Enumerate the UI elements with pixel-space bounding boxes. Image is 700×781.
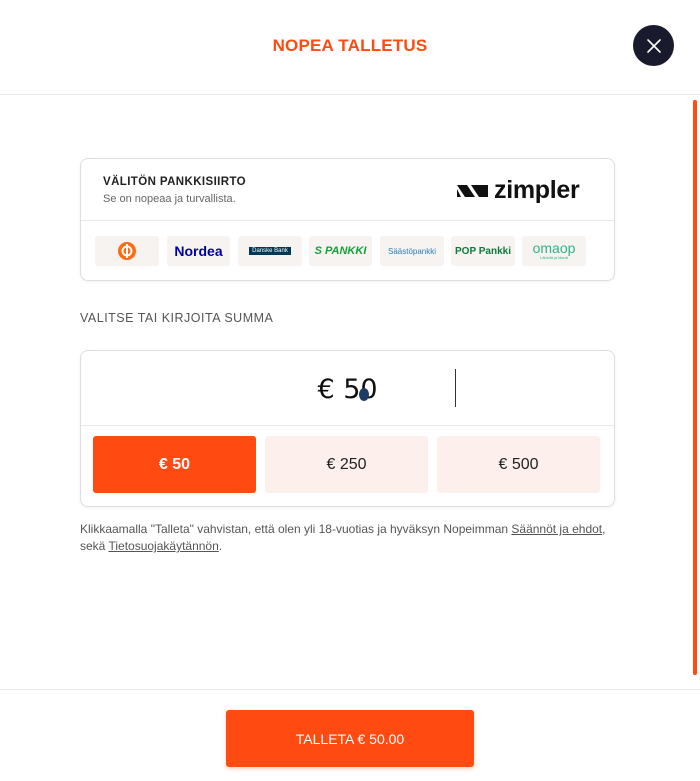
terms-text: Klikkaamalla "Talleta" vahvistan, että o… <box>80 521 620 555</box>
zimpler-logo: zimpler <box>457 176 580 204</box>
s-pankki-logo: S PANKKI <box>309 236 372 266</box>
omaop-sub-label: Lähellä ja läsnä <box>540 255 568 260</box>
terms-link[interactable]: Säännöt ja ehdot <box>511 522 602 536</box>
omaop-label: omaop <box>532 240 576 256</box>
page-title: NOPEA TALLETUS <box>272 36 428 55</box>
danske-bank-label: Danske Bank <box>252 248 288 254</box>
s-pankki-label: S PANKKI <box>314 245 367 257</box>
op-bank-logo <box>95 236 159 266</box>
amount-selector: € 50 € 250 € 500 <box>80 350 615 507</box>
saastopankki-label: Säästöpankki <box>387 246 437 256</box>
zimpler-wordmark: zimpler <box>494 176 580 204</box>
terms-text-before: Klikkaamalla "Talleta" vahvistan, että o… <box>80 522 512 536</box>
saastopankki-logo: Säästöpankki <box>380 236 444 266</box>
terms-text-after: . <box>218 539 223 553</box>
pop-pankki-logo: POP Pankki <box>451 236 515 266</box>
amount-input-area[interactable] <box>81 351 614 426</box>
modal-header: NOPEA TALLETUS <box>0 0 700 95</box>
amount-input[interactable] <box>81 369 614 409</box>
nordea-label: Nordea <box>174 243 223 259</box>
preset-amount-250[interactable]: € 250 <box>265 436 428 493</box>
omaop-logo: omaop Lähellä ja läsnä <box>522 236 586 266</box>
deposit-button[interactable]: TALLETA € 50.00 <box>226 710 474 767</box>
mouse-cursor-icon <box>359 388 369 401</box>
zimpler-mark-icon <box>457 184 488 197</box>
nordea-logo: Nordea <box>167 236 230 266</box>
pop-pankki-label: POP Pankki <box>455 245 511 257</box>
preset-amount-500[interactable]: € 500 <box>437 436 600 493</box>
close-button[interactable] <box>633 25 674 66</box>
text-caret <box>455 369 456 407</box>
payment-method-title: VÄLITÖN PANKKISIIRTO <box>103 176 247 188</box>
payment-method-header: VÄLITÖN PANKKISIIRTO Se on nopeaa ja tur… <box>81 159 614 221</box>
payment-method-subtitle: Se on nopeaa ja turvallista. <box>103 193 236 205</box>
scrollbar[interactable] <box>693 100 697 675</box>
op-logo-icon <box>118 242 136 260</box>
danske-bank-logo: Danske Bank <box>238 236 302 266</box>
amount-label: VALITSE TAI KIRJOITA SUMMA <box>80 311 274 325</box>
payment-method-card[interactable]: VÄLITÖN PANKKISIIRTO Se on nopeaa ja tur… <box>80 158 615 281</box>
modal-footer: TALLETA € 50.00 <box>0 689 700 781</box>
preset-amount-50[interactable]: € 50 <box>93 436 256 493</box>
privacy-policy-link[interactable]: Tietosuojakäytännön <box>108 539 218 553</box>
close-icon <box>646 38 661 53</box>
